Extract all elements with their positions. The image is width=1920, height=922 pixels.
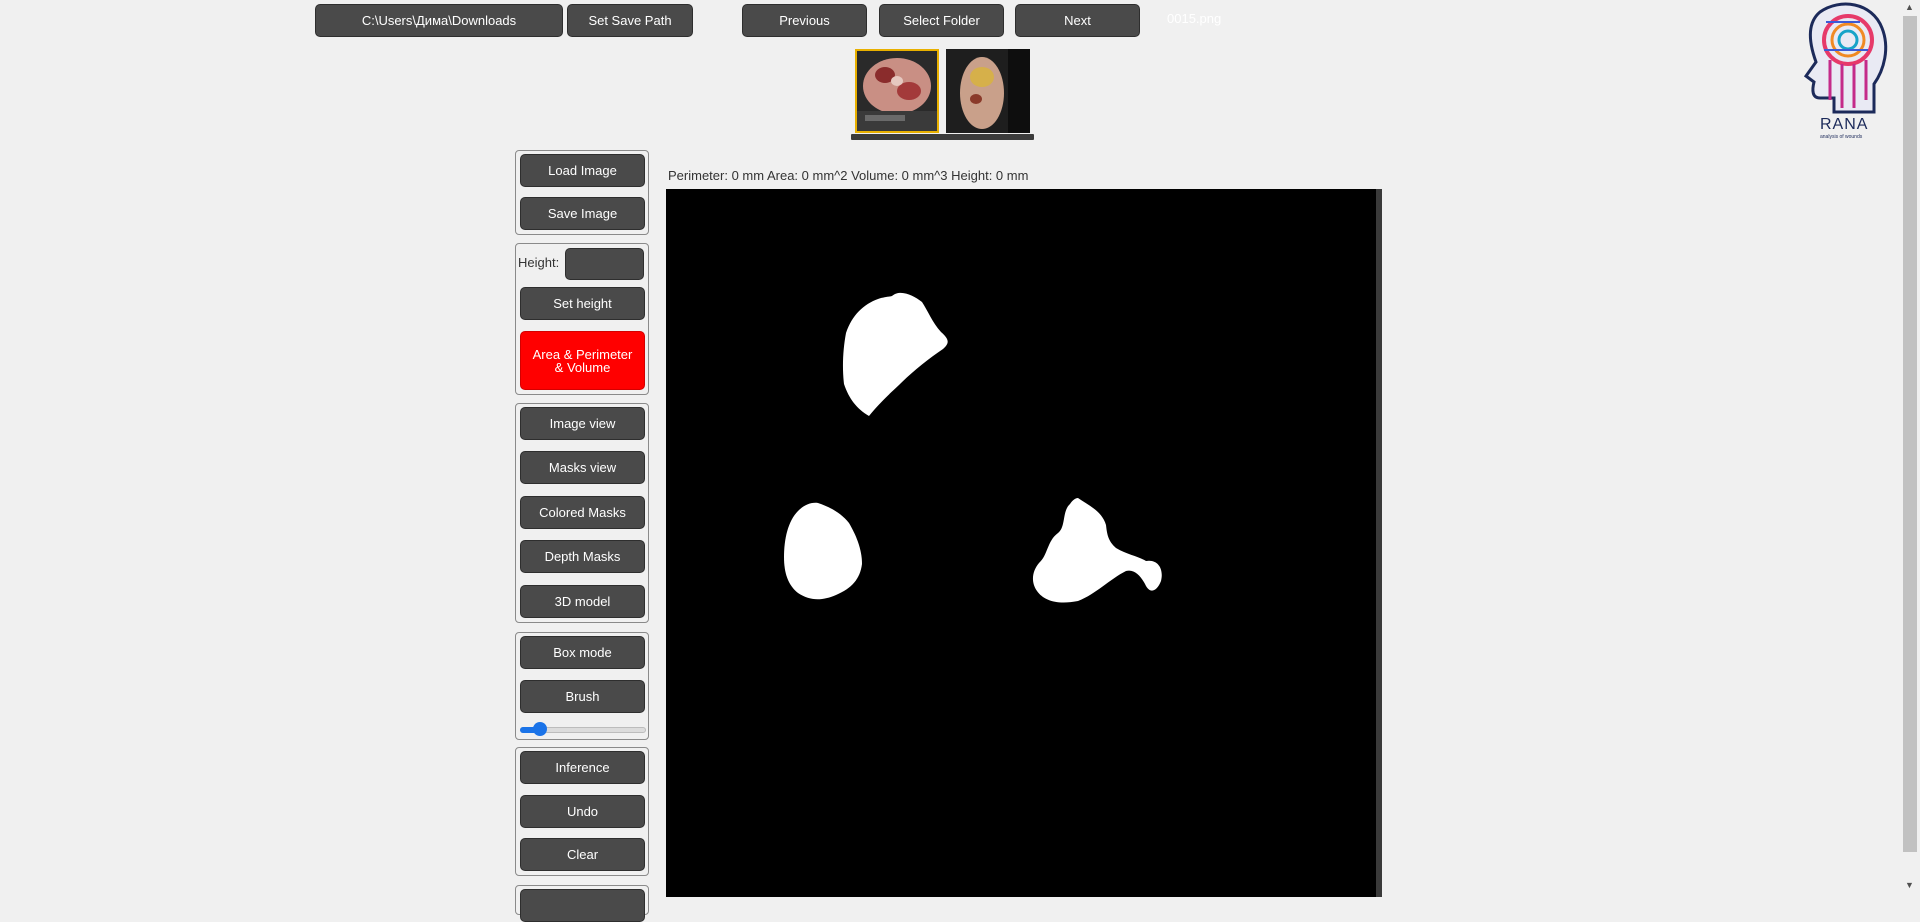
save-image-button[interactable]: Save Image bbox=[520, 197, 645, 230]
download-path-button[interactable]: C:\Users\Дима\Downloads bbox=[315, 4, 563, 37]
wound-photo-thumbnail-icon bbox=[946, 49, 1030, 133]
brush-size-slider-handle[interactable] bbox=[533, 722, 547, 736]
thumbnail-1[interactable] bbox=[855, 49, 939, 133]
area-perimeter-volume-button[interactable]: Area & Perimeter & Volume bbox=[520, 331, 645, 390]
logo-name: RANA bbox=[1820, 116, 1869, 133]
logo-subtitle: analysis of wounds bbox=[1820, 134, 1863, 140]
measurement-stats: Perimeter: 0 mm Area: 0 mm^2 Volume: 0 m… bbox=[668, 168, 1029, 183]
set-save-path-button[interactable]: Set Save Path bbox=[567, 4, 693, 37]
box-mode-button[interactable]: Box mode bbox=[520, 636, 645, 669]
scroll-up-arrow-icon[interactable]: ▲ bbox=[1905, 2, 1914, 12]
wound-mask-2 bbox=[784, 502, 862, 600]
canvas-edge bbox=[1376, 189, 1382, 897]
masks-view-button[interactable]: Masks view bbox=[520, 451, 645, 484]
3d-model-button[interactable]: 3D model bbox=[520, 585, 645, 618]
inference-button[interactable]: Inference bbox=[520, 751, 645, 784]
height-input[interactable] bbox=[565, 248, 644, 280]
colored-masks-button[interactable]: Colored Masks bbox=[520, 496, 645, 529]
load-image-button[interactable]: Load Image bbox=[520, 154, 645, 187]
page-scrollbar-thumb[interactable] bbox=[1903, 16, 1917, 852]
extra-button[interactable] bbox=[520, 889, 645, 922]
height-label: Height: bbox=[518, 255, 560, 270]
mask-canvas[interactable] bbox=[666, 189, 1382, 897]
thumbnail-2[interactable] bbox=[946, 49, 1030, 133]
brush-button[interactable]: Brush bbox=[520, 680, 645, 713]
scroll-down-arrow-icon[interactable]: ▼ bbox=[1905, 880, 1914, 890]
image-view-button[interactable]: Image view bbox=[520, 407, 645, 440]
clear-button[interactable]: Clear bbox=[520, 838, 645, 871]
set-height-button[interactable]: Set height bbox=[520, 287, 645, 320]
current-filename: 0015.png bbox=[1167, 11, 1222, 26]
wound-mask-3 bbox=[1032, 498, 1162, 603]
select-folder-button[interactable]: Select Folder bbox=[879, 4, 1004, 37]
next-button[interactable]: Next bbox=[1015, 4, 1140, 37]
undo-button[interactable]: Undo bbox=[520, 795, 645, 828]
segmentation-masks bbox=[784, 292, 1162, 603]
thumbnail-scrollbar[interactable] bbox=[851, 134, 1034, 140]
wound-mask-1 bbox=[842, 292, 948, 416]
previous-button[interactable]: Previous bbox=[742, 4, 867, 37]
depth-masks-button[interactable]: Depth Masks bbox=[520, 540, 645, 573]
wound-photo-thumbnail-icon bbox=[857, 51, 937, 131]
